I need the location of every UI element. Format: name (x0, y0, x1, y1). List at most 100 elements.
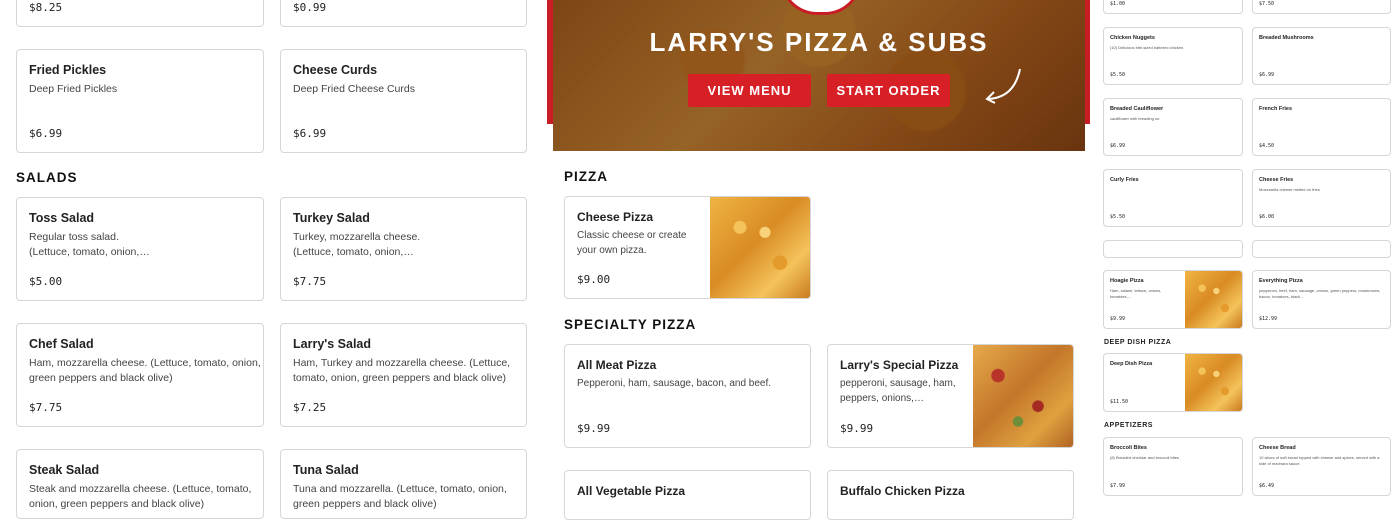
item-price: $5.50 (1110, 214, 1126, 220)
hoagie-pizza-image (1185, 271, 1242, 328)
item-name: Cheese Curds (293, 63, 378, 77)
item-description-2: peppers, onions,… (840, 393, 924, 404)
item-price: $6.99 (1259, 72, 1275, 78)
item-name: Cheese Bread (1259, 445, 1296, 451)
menu-item-cheese-fries[interactable]: Cheese Fries Mozzarella cheese melted on… (1252, 169, 1391, 227)
item-description: cauliflower with breading on. (1110, 116, 1161, 121)
menu-item-card[interactable]: $0.99 (280, 0, 527, 27)
menu-item-larrys-special-pizza[interactable]: Larry's Special Pizza pepperoni, sausage… (827, 344, 1074, 448)
item-description: Pepperoni, ham, sausage, bacon, and beef… (577, 378, 772, 389)
item-description: Classic cheese or create (577, 230, 687, 241)
section-heading-deep-dish-pizza: DEEP DISH PIZZA (1104, 339, 1172, 346)
cheese-pizza-image (710, 197, 810, 298)
item-name: Fried Pickles (29, 63, 107, 77)
item-price: $4.50 (1259, 143, 1275, 149)
item-description: 10 slices of soft bread topped with chee… (1259, 455, 1380, 466)
item-description: Steak and mozzarella cheese. (Lettuce, t… (29, 483, 252, 495)
item-description-2: onion, green peppers and black olive) (29, 498, 205, 510)
menu-item-hoagie-pizza[interactable]: Hoagie Pizza Ham, salami, lettuce, onion… (1103, 270, 1243, 329)
item-name: French Fries (1259, 106, 1293, 112)
larrys-special-pizza-image (973, 345, 1073, 447)
item-description: (8) Breaded cheddar and broccoli bites (1110, 455, 1179, 460)
item-price: $7.50 (1259, 1, 1275, 7)
item-price: $5.50 (1110, 72, 1126, 78)
menu-item-card-empty[interactable] (1103, 240, 1243, 258)
menu-item-breaded-cauliflower[interactable]: Breaded Cauliflower cauliflower with bre… (1103, 98, 1243, 156)
menu-item-card[interactable]: $7.50 (1252, 0, 1391, 14)
arrow-icon (985, 68, 1021, 104)
item-price: $5.00 (29, 275, 63, 288)
item-name: Buffalo Chicken Pizza (840, 484, 965, 498)
item-price: $9.99 (577, 422, 611, 435)
item-name: Curly Fries (1110, 177, 1139, 183)
item-name: Breaded Cauliflower (1110, 106, 1164, 112)
item-description-2: (Lettuce, tomato, onion,… (293, 246, 414, 258)
item-name: Everything Pizza (1259, 278, 1303, 284)
section-heading-pizza: PIZZA (564, 169, 608, 184)
item-price: $0.99 (293, 1, 327, 14)
section-heading-appetizers: APPETIZERS (1104, 422, 1153, 429)
menu-item-buffalo-chicken-pizza[interactable]: Buffalo Chicken Pizza (827, 470, 1074, 520)
item-name: All Vegetable Pizza (577, 484, 686, 498)
item-description: Deep Fried Cheese Curds (293, 83, 415, 95)
item-price: $6.99 (293, 127, 327, 140)
item-name: Larry's Salad (293, 337, 372, 351)
menu-item-cheese-curds[interactable]: Cheese Curds Deep Fried Cheese Curds $6.… (280, 49, 527, 153)
item-description: Ham, salami, lettuce, onions, tomatoes,… (1110, 288, 1162, 299)
item-description: pepperoni, sausage, ham, (840, 378, 956, 389)
item-name: Broccoli Bites (1110, 445, 1147, 451)
item-price: $9.00 (577, 273, 611, 286)
menu-item-toss-salad[interactable]: Toss Salad Regular toss salad. (Lettuce,… (16, 197, 264, 301)
item-description: (10) Delicious bite-sized battered chick… (1110, 45, 1185, 50)
menu-item-card[interactable]: $8.25 (16, 0, 264, 27)
view-menu-button[interactable]: VIEW MENU (688, 74, 811, 107)
menu-item-all-meat-pizza[interactable]: All Meat Pizza Pepperoni, ham, sausage, … (564, 344, 811, 448)
menu-item-french-fries[interactable]: French Fries $4.50 (1252, 98, 1391, 156)
menu-item-card-empty[interactable] (1252, 240, 1391, 258)
item-price: $6.00 (1259, 214, 1275, 220)
menu-item-cheese-pizza[interactable]: Cheese Pizza Classic cheese or create yo… (564, 196, 811, 299)
menu-item-larrys-salad[interactable]: Larry's Salad Ham, Turkey and mozzarella… (280, 323, 527, 427)
menu-item-all-vegetable-pizza[interactable]: All Vegetable Pizza (564, 470, 811, 520)
item-name: Larry's Special Pizza (840, 358, 959, 372)
menu-item-curly-fries[interactable]: Curly Fries $5.50 (1103, 169, 1243, 227)
item-price: $7.99 (1110, 483, 1126, 489)
menu-item-cheese-bread[interactable]: Cheese Bread 10 slices of soft bread top… (1252, 437, 1391, 496)
menu-item-deep-dish-pizza[interactable]: Deep Dish Pizza $11.50 (1103, 353, 1243, 412)
item-price: $6.49 (1259, 483, 1275, 489)
item-price: $7.75 (293, 275, 327, 288)
menu-item-tuna-salad[interactable]: Tuna Salad Tuna and mozzarella. (Lettuce… (280, 449, 527, 519)
item-description: Turkey, mozzarella cheese. (293, 231, 421, 243)
start-order-button[interactable]: START ORDER (827, 74, 950, 107)
item-description: Ham, Turkey and mozzarella cheese. (Lett… (293, 357, 511, 369)
menu-item-fried-pickles[interactable]: Fried Pickles Deep Fried Pickles $6.99 (16, 49, 264, 153)
item-price: $11.50 (1110, 399, 1129, 405)
menu-item-broccoli-bites[interactable]: Broccoli Bites (8) Breaded cheddar and b… (1103, 437, 1243, 496)
item-name: Tuna Salad (293, 463, 359, 477)
item-name: Breaded Mushrooms (1259, 35, 1314, 41)
item-price: $9.99 (1110, 316, 1126, 322)
item-name: Cheese Fries (1259, 177, 1294, 183)
item-description-2: green peppers and black olive) (293, 498, 437, 510)
item-description-2: your own pizza. (577, 245, 647, 256)
item-price: $6.99 (1110, 143, 1126, 149)
menu-item-chicken-nuggets[interactable]: Chicken Nuggets (10) Delicious bite-size… (1103, 27, 1243, 85)
hero-title: LARRY'S PIZZA & SUBS (649, 27, 989, 57)
menu-item-turkey-salad[interactable]: Turkey Salad Turkey, mozzarella cheese. … (280, 197, 527, 301)
item-price: $8.25 (29, 1, 63, 14)
item-description: Tuna and mozzarella. (Lettuce, tomato, o… (293, 483, 507, 495)
deep-dish-pizza-image (1185, 354, 1242, 411)
menu-item-breaded-mushrooms[interactable]: Breaded Mushrooms $6.99 (1252, 27, 1391, 85)
item-name: Turkey Salad (293, 211, 370, 225)
item-price: $7.75 (29, 401, 63, 414)
item-description: pepperoni, beef, ham, sausage, onions, g… (1259, 288, 1381, 299)
menu-item-steak-salad[interactable]: Steak Salad Steak and mozzarella cheese.… (16, 449, 264, 519)
section-heading-salads: SALADS (16, 170, 78, 185)
item-price: $9.99 (840, 422, 874, 435)
item-price: $7.25 (293, 401, 327, 414)
menu-item-chef-salad[interactable]: Chef Salad Ham, mozzarella cheese. (Lett… (16, 323, 264, 427)
menu-item-everything-pizza[interactable]: Everything Pizza pepperoni, beef, ham, s… (1252, 270, 1391, 329)
item-name: Chef Salad (29, 337, 94, 351)
menu-item-card[interactable]: $1.00 (1103, 0, 1243, 14)
item-description: Mozzarella cheese melted on fries (1259, 187, 1320, 192)
